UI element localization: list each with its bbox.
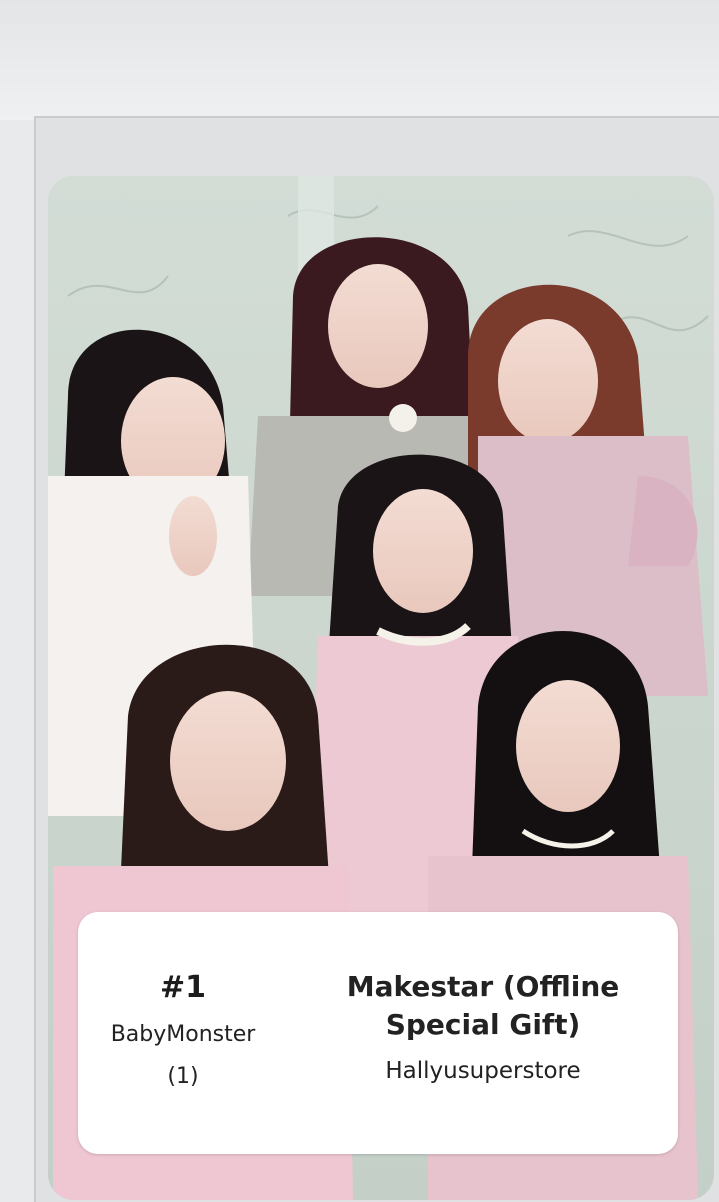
event-title: Makestar (Offline Special Gift) (288, 968, 678, 1044)
store-name: Hallyusuperstore (385, 1058, 581, 1084)
card-count: (1) (167, 1064, 199, 1089)
label-left-column: #1 BabyMonster (1) (78, 912, 288, 1154)
sleeve-top (0, 0, 719, 120)
photocard-label: #1 BabyMonster (1) Makestar (Offline Spe… (78, 912, 678, 1154)
event-title-line1: Makestar (Offline (346, 970, 620, 1003)
group-name: BabyMonster (110, 1022, 256, 1047)
card-number: #1 (159, 970, 206, 1005)
label-right-column: Makestar (Offline Special Gift) Hallyusu… (288, 912, 678, 1154)
event-title-line2: Special Gift) (385, 1008, 581, 1041)
